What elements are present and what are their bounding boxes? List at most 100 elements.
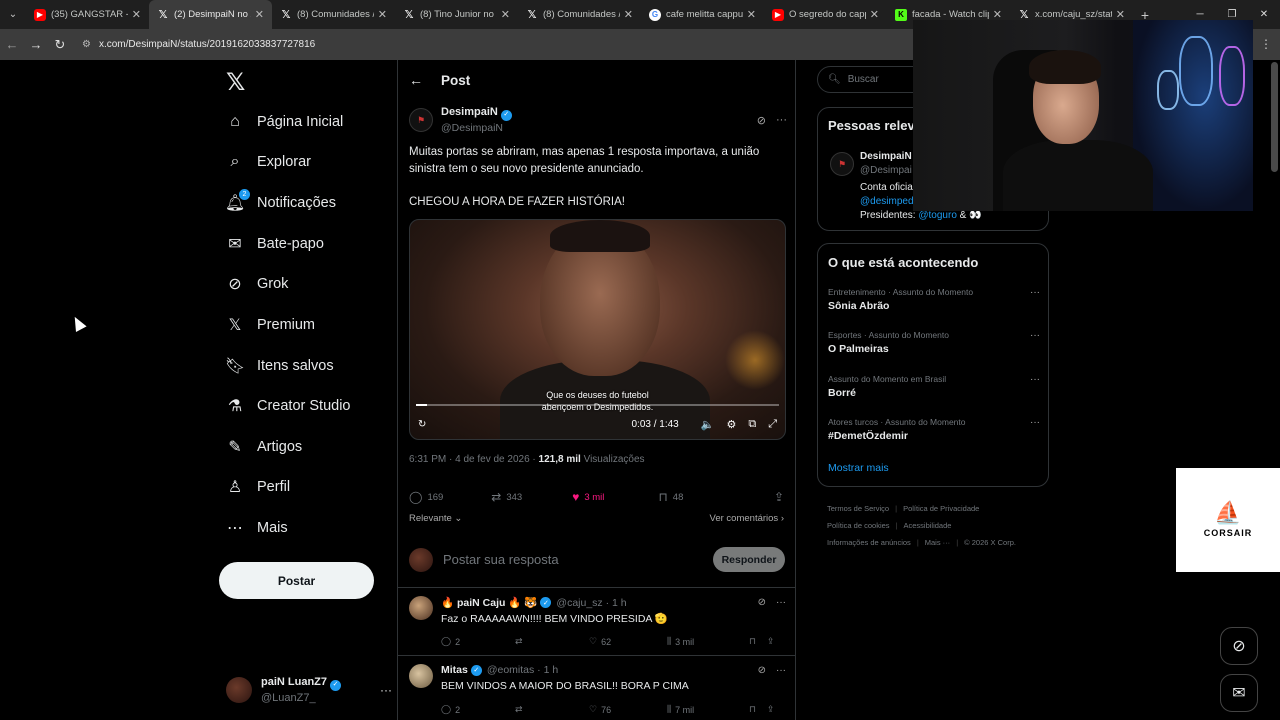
reply-author-handle[interactable]: @caju_sz · 1 h [556, 597, 626, 609]
trend-item[interactable]: Atores turcos · Assunto do Momento #Demet… [828, 417, 1040, 442]
nav-item[interactable]: ⋯ Mais [226, 513, 396, 543]
more-icon[interactable]: ··· [1030, 330, 1040, 341]
footer-link[interactable]: Informações de anúncios [827, 538, 911, 547]
x-logo-icon[interactable]: 𝕏 [226, 68, 245, 97]
more-icon[interactable]: ··· [380, 683, 392, 697]
grok-icon[interactable]: ⊘ [758, 597, 766, 608]
messages-fab-button[interactable]: ✉ [1220, 674, 1258, 712]
browser-tab[interactable]: 𝕏 (8) Tino Junior no X: ✕ [395, 0, 518, 29]
views-button[interactable]: ⫼ 7 mil [667, 704, 749, 715]
author-handle[interactable]: @DesimpaiN [441, 121, 512, 135]
person-avatar[interactable]: ⚑ [830, 152, 854, 176]
repost-button[interactable]: ⇄ [515, 636, 589, 647]
replay-icon[interactable]: ↻ [418, 419, 426, 430]
nav-item[interactable]: ♙ Perfil [226, 472, 396, 502]
view-comments-link[interactable]: Ver comentários › [710, 513, 784, 524]
author-avatar[interactable]: ⚑ [409, 108, 433, 132]
more-icon[interactable]: ··· [776, 114, 787, 127]
close-tab-icon[interactable]: ✕ [624, 8, 633, 21]
nav-item[interactable]: 🔔︎ 2 Notificações [225, 188, 396, 218]
trend-item[interactable]: Assunto do Momento em Brasil Borré ··· [828, 374, 1040, 399]
site-info-icon[interactable]: ⚙ [82, 39, 91, 50]
nav-item[interactable]: 🔖︎ Itens salvos [225, 351, 396, 381]
nav-item[interactable]: ⊘ Grok [226, 269, 396, 299]
reply-author-name[interactable]: Mitas [441, 664, 468, 676]
reply-button[interactable]: ◯ 169 [409, 490, 443, 504]
bookmark-button[interactable]: ⊓ [749, 636, 767, 647]
footer-link[interactable]: Política de Privacidade [903, 504, 979, 513]
more-icon[interactable]: ··· [1030, 287, 1040, 298]
more-icon[interactable]: ··· [1030, 374, 1040, 385]
like-button[interactable]: ♡ 76 [589, 704, 667, 715]
footer-link[interactable]: Mais ··· [925, 538, 950, 547]
reply-post[interactable]: Mitas ✓ @eomitas · 1 h ⊘ ··· BEM VINDOS A MAI… [398, 656, 796, 720]
trend-item[interactable]: Esportes · Assunto do Momento O Palmeiras… [828, 330, 1040, 355]
close-tab-icon[interactable]: ✕ [255, 8, 264, 21]
nav-item[interactable]: ⌕ Explorar [226, 147, 396, 177]
url-field[interactable]: ⚙ x.com/DesimpaiN/status/201916203383772… [76, 33, 936, 57]
reply-button[interactable]: ◯ 2 [441, 704, 515, 715]
nav-item[interactable]: 𝕏 Premium [226, 310, 396, 340]
video-progress-bar[interactable] [416, 404, 779, 406]
grok-fab-button[interactable]: ⊘ [1220, 627, 1258, 665]
nav-item[interactable]: ✎ Artigos [226, 432, 396, 462]
scrollbar[interactable] [1271, 62, 1278, 172]
avatar[interactable] [409, 596, 433, 620]
footer-link[interactable]: Política de cookies [827, 521, 890, 530]
browser-menu-icon[interactable]: ⋮ [1260, 37, 1272, 51]
fullscreen-icon[interactable]: ⤢ [768, 418, 777, 431]
back-icon[interactable]: ← [0, 29, 24, 60]
close-tab-icon[interactable]: ✕ [747, 8, 756, 21]
reply-button[interactable]: ◯ 2 [441, 636, 515, 647]
more-icon[interactable]: ··· [1030, 417, 1040, 428]
tab-search-icon[interactable]: ⌄ [0, 0, 26, 29]
bookmark-button[interactable]: ⊓ 48 [658, 490, 683, 504]
trend-item[interactable]: Entretenimento · Assunto do Momento Sônia… [828, 287, 1040, 312]
volume-icon[interactable]: 🔈 [701, 418, 715, 431]
browser-tab[interactable]: 𝕏 (8) Comunidades / X ✕ [272, 0, 395, 29]
bookmark-button[interactable]: ⊓ [749, 704, 767, 715]
browser-tab[interactable]: 𝕏 (2) DesimpaiN no X: ✕ [149, 0, 272, 29]
footer-link[interactable]: Termos de Serviço [827, 504, 889, 513]
nav-item[interactable]: ✉ Bate-papo [226, 229, 396, 259]
nav-item[interactable]: ⌂ Página Inicial [226, 107, 396, 137]
like-button[interactable]: ♥ 3 mil [572, 490, 604, 504]
more-icon[interactable]: ··· [776, 665, 786, 676]
reply-author-handle[interactable]: @eomitas · 1 h [487, 664, 558, 676]
reply-submit-button[interactable]: Responder [713, 547, 785, 572]
avatar[interactable] [409, 664, 433, 688]
share-button[interactable]: ⇪ [767, 636, 775, 647]
nav-item[interactable]: ⚗ Creator Studio [226, 391, 396, 421]
grok-icon[interactable]: ⊘ [757, 114, 766, 127]
reply-author-name[interactable]: 🔥 paiN Caju 🔥 🐯 [441, 596, 537, 609]
share-button[interactable]: ⇪ [774, 490, 784, 504]
close-tab-icon[interactable]: ✕ [132, 8, 141, 21]
reply-post[interactable]: 🔥 paiN Caju 🔥 🐯 ✓ @caju_sz · 1 h ⊘ ··· Faz o … [398, 588, 796, 656]
like-button[interactable]: ♡ 62 [589, 636, 667, 647]
pip-icon[interactable]: ⧉ [748, 418, 756, 431]
post-timestamp[interactable]: 6:31 PM · 4 de fev de 2026 · [409, 454, 539, 465]
author-name[interactable]: DesimpaiN [441, 106, 498, 118]
repost-button[interactable]: ⇄ 343 [491, 490, 522, 504]
presidents-link[interactable]: @toguro [918, 210, 957, 221]
sort-dropdown[interactable]: Relevante ⌄ [409, 513, 462, 524]
more-icon[interactable]: ··· [776, 597, 786, 608]
video-player[interactable]: Que os deuses do futebol abençoem o Desi… [409, 219, 786, 440]
views-button[interactable]: ⫼ 3 mil [667, 636, 749, 647]
grok-icon[interactable]: ⊘ [758, 665, 766, 676]
repost-button[interactable]: ⇄ [515, 704, 589, 715]
browser-tab[interactable]: 𝕏 (8) Comunidades / X ✕ [518, 0, 641, 29]
close-tab-icon[interactable]: ✕ [378, 8, 387, 21]
close-tab-icon[interactable]: ✕ [501, 8, 510, 21]
footer-link[interactable]: Acessibilidade [904, 521, 952, 530]
browser-tab[interactable]: ▶ (35) GANGSTAR - On ✕ [26, 0, 149, 29]
footer-link[interactable]: © 2026 X Corp. [964, 538, 1016, 547]
share-button[interactable]: ⇪ [767, 704, 775, 715]
reply-input[interactable]: Postar sua resposta [443, 552, 559, 567]
account-switcher[interactable]: paiN LuanZ7 ✓ @LuanZ7_ ··· [226, 672, 392, 708]
show-more-link[interactable]: Mostrar mais [828, 462, 889, 474]
reload-icon[interactable]: ↻ [48, 29, 72, 60]
browser-tab[interactable]: Gcafe melitta cappucc ✕ [641, 0, 764, 29]
forward-icon[interactable]: → [24, 29, 48, 60]
post-button[interactable]: Postar [219, 562, 374, 599]
